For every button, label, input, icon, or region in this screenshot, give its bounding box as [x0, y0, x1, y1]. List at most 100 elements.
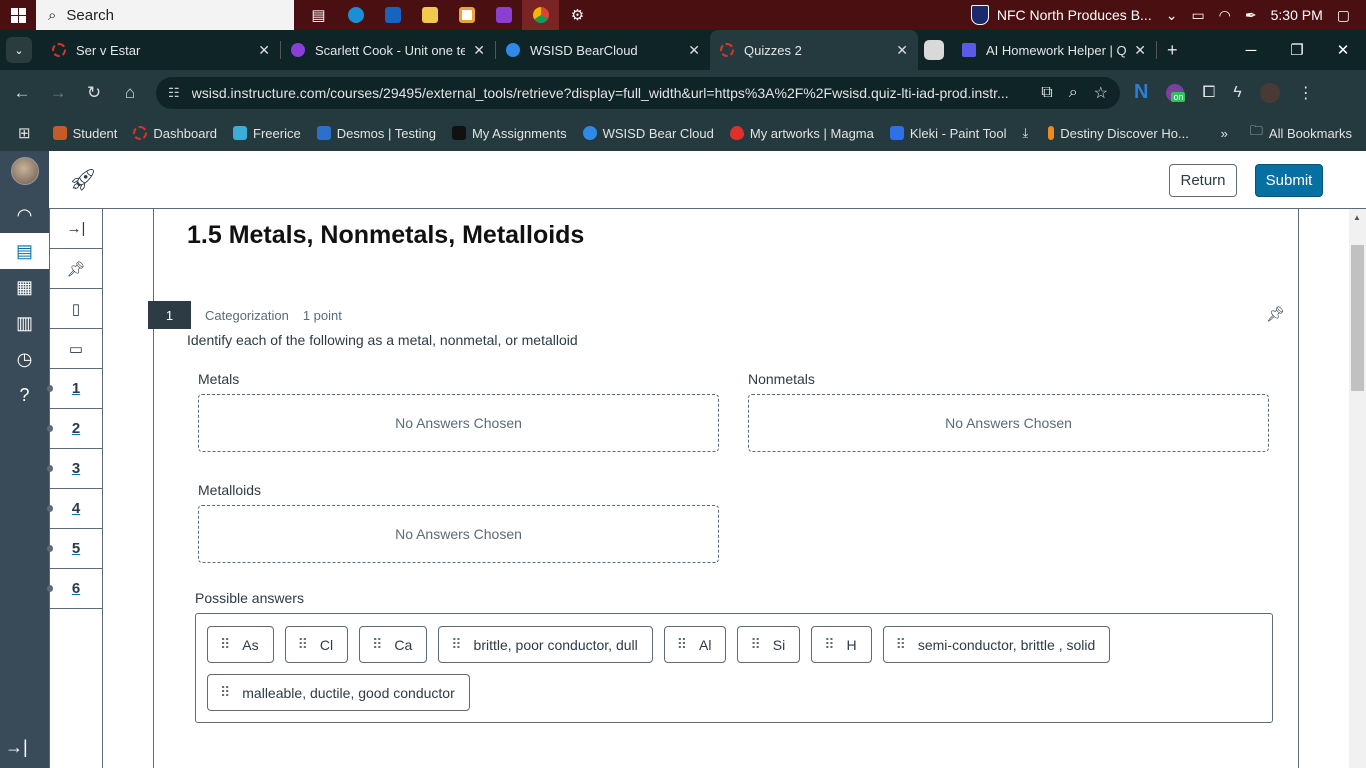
drag-handle-icon[interactable]: ⠿: [220, 636, 230, 653]
microsoft-store-icon[interactable]: [448, 0, 485, 30]
apps-grid-icon[interactable]: ⊞: [18, 124, 31, 142]
bookmark-item[interactable]: Desmos | Testing: [316, 126, 436, 141]
drag-handle-icon[interactable]: ⠿: [372, 636, 382, 653]
bookmark-item[interactable]: Student: [52, 126, 117, 141]
more-menu-icon[interactable]: ⋮: [1298, 83, 1314, 103]
answer-chip[interactable]: ⠿ Al: [663, 626, 727, 663]
close-tab-icon[interactable]: ✕: [1134, 42, 1146, 59]
news-widget[interactable]: NFC North Produces B...: [970, 5, 1152, 25]
question-nav-item[interactable]: 6: [47, 569, 102, 609]
question-nav-item[interactable]: 5: [47, 529, 102, 569]
browser-tab-pinned[interactable]: [918, 30, 952, 70]
question-nav-item[interactable]: 2: [47, 409, 102, 449]
inbox-icon[interactable]: ▥: [0, 305, 49, 341]
close-tab-icon[interactable]: ✕: [473, 42, 485, 59]
user-avatar[interactable]: [10, 157, 39, 185]
drag-handle-icon[interactable]: ⠿: [451, 636, 461, 653]
pen-icon[interactable]: ✒: [1245, 7, 1257, 24]
scroll-up-arrow-icon[interactable]: ▲: [1353, 213, 1361, 222]
answer-chip[interactable]: ⠿ Cl: [284, 626, 349, 663]
home-button[interactable]: ⌂: [112, 83, 148, 103]
more-bookmarks-icon[interactable]: »: [1221, 126, 1228, 141]
answer-chip[interactable]: ⠿ Si: [737, 626, 801, 663]
browser-tab[interactable]: AI Homework Helper | Quiz ✕: [952, 30, 1156, 70]
extensions-puzzle-icon[interactable]: ⧠: [1202, 84, 1215, 102]
answer-chip[interactable]: ⠿ brittle, poor conductor, dull: [438, 626, 653, 663]
question-nav-item[interactable]: 3: [47, 449, 102, 489]
close-window-button[interactable]: ✕: [1320, 30, 1366, 70]
taskbar-search[interactable]: ⌕ Search: [36, 0, 294, 30]
browser-tab[interactable]: Scarlett Cook - Unit one te ✕: [281, 30, 495, 70]
bookmark-item[interactable]: Dashboard: [133, 126, 217, 141]
reload-button[interactable]: ↻: [76, 83, 112, 103]
back-button[interactable]: ←: [4, 83, 40, 103]
answer-chip[interactable]: ⠿ semi-conductor, brittle , solid: [882, 626, 1111, 663]
restore-button[interactable]: ❐: [1274, 30, 1320, 70]
answer-chip[interactable]: ⠿ Ca: [359, 626, 428, 663]
answer-chip[interactable]: ⠿ malleable, ductile, good conductor: [207, 674, 470, 711]
dropzone-metals[interactable]: No Answers Chosen: [198, 394, 719, 452]
bookmark-item[interactable]: WSISD Bear Cloud: [582, 126, 714, 141]
tab-search-button[interactable]: ⌄: [6, 37, 32, 63]
question-nav-item[interactable]: 1: [47, 369, 102, 409]
bookmark-item[interactable]: Destiny Discover Ho...: [1048, 126, 1189, 141]
answer-chip[interactable]: ⠿ H: [811, 626, 872, 663]
profile-avatar[interactable]: [1259, 82, 1280, 103]
drag-handle-icon[interactable]: ⠿: [750, 636, 760, 653]
dashboard-gauge-icon[interactable]: ◠: [0, 197, 49, 233]
courses-book-icon[interactable]: ▤: [0, 233, 49, 269]
extension-n-icon[interactable]: N: [1134, 81, 1148, 104]
bookmark-item[interactable]: My artworks | Magma: [729, 126, 874, 141]
bookmark-item[interactable]: My Assignments: [451, 126, 567, 141]
bookmark-star-icon[interactable]: ☆: [1094, 83, 1108, 103]
dropzone-nonmetals[interactable]: No Answers Chosen: [748, 394, 1269, 452]
drag-handle-icon[interactable]: ⠿: [677, 636, 687, 653]
expand-nav-icon[interactable]: →|: [5, 737, 28, 758]
drag-handle-icon[interactable]: ⠿: [298, 636, 308, 653]
page-scrollbar[interactable]: ▲: [1349, 209, 1366, 768]
url-text[interactable]: wsisd.instructure.com/courses/29495/exte…: [192, 85, 1026, 101]
wifi-icon[interactable]: ◠: [1219, 7, 1231, 24]
expand-panel-icon[interactable]: →|: [50, 209, 102, 249]
help-icon[interactable]: ?: [0, 377, 49, 413]
new-tab-button[interactable]: +: [1157, 30, 1197, 70]
return-button[interactable]: Return: [1169, 164, 1237, 197]
address-bar[interactable]: ☷ wsisd.instructure.com/courses/29495/ex…: [156, 77, 1120, 109]
extension-face-icon[interactable]: on: [1166, 83, 1186, 102]
browser-tab[interactable]: Ser v Estar ✕: [42, 30, 280, 70]
calculator-icon[interactable]: ▯: [50, 289, 102, 329]
drag-handle-icon[interactable]: ⠿: [824, 636, 834, 653]
pin-question-icon[interactable]: 📌︎: [1266, 305, 1285, 323]
edge-icon[interactable]: [337, 0, 374, 30]
pin-icon[interactable]: 📌︎: [50, 249, 102, 289]
close-tab-icon[interactable]: ✕: [688, 42, 700, 59]
all-bookmarks-button[interactable]: 🗀 All Bookmarks: [1250, 122, 1352, 144]
minimize-button[interactable]: ─: [1228, 30, 1274, 70]
bookmark-item[interactable]: Kleki - Paint Tool: [889, 126, 1006, 141]
performance-icon[interactable]: ϟ: [1233, 84, 1241, 102]
answer-chip[interactable]: ⠿ As: [207, 626, 274, 663]
bookmark-item[interactable]: Freerice: [233, 126, 301, 141]
dropzone-metalloids[interactable]: No Answers Chosen: [198, 505, 719, 563]
question-nav-item[interactable]: 4: [47, 489, 102, 529]
battery-icon[interactable]: ▭: [1191, 7, 1204, 24]
clipchamp-icon[interactable]: [485, 0, 522, 30]
forward-button[interactable]: →: [40, 83, 76, 103]
open-in-new-icon[interactable]: ⧉: [1041, 84, 1052, 102]
site-info-icon[interactable]: ☷: [168, 85, 180, 101]
close-tab-icon[interactable]: ✕: [896, 42, 908, 59]
calendar-icon[interactable]: ▦: [0, 269, 49, 305]
history-clock-icon[interactable]: ◷: [0, 341, 49, 377]
zoom-icon[interactable]: ⌕: [1069, 84, 1078, 102]
download-bookmark-icon[interactable]: ⤓: [1022, 125, 1028, 141]
notifications-icon[interactable]: ▢: [1337, 7, 1350, 24]
windows-start-button[interactable]: [0, 0, 36, 30]
browser-tab[interactable]: WSISD BearCloud ✕: [496, 30, 710, 70]
file-explorer-icon[interactable]: [411, 0, 448, 30]
browser-tab-active[interactable]: Quizzes 2 ✕: [710, 30, 918, 70]
notes-icon[interactable]: ▭: [50, 329, 102, 369]
submit-button[interactable]: Submit: [1255, 164, 1323, 197]
drag-handle-icon[interactable]: ⠿: [220, 684, 230, 701]
clock-time[interactable]: 5:30 PM: [1271, 7, 1323, 23]
close-tab-icon[interactable]: ✕: [258, 42, 270, 59]
